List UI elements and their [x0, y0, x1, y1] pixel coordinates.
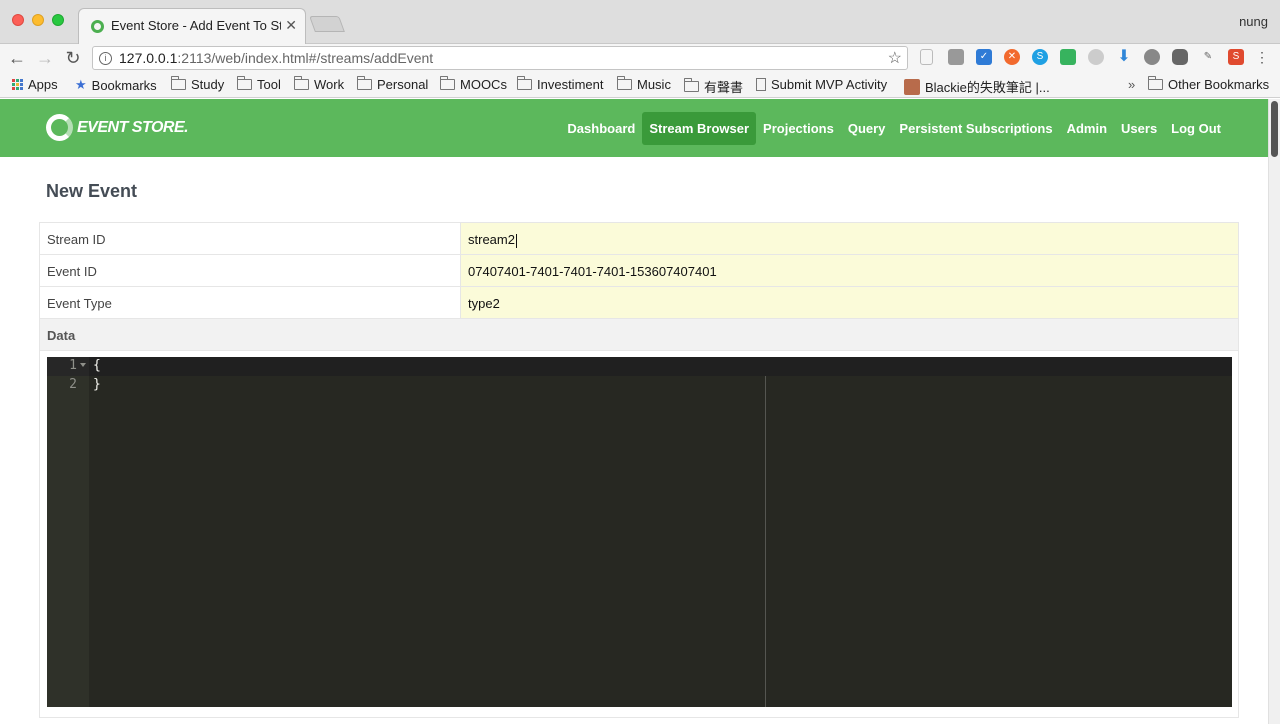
new-event-form: Stream ID stream2 Event ID 07407401-7401… — [39, 222, 1239, 718]
nav-query[interactable]: Query — [841, 112, 893, 145]
profile-name[interactable]: nung — [1239, 14, 1268, 29]
bookmark-tool[interactable]: Tool — [237, 76, 281, 92]
text-caret — [515, 233, 517, 248]
event-id-label: Event ID — [40, 255, 461, 286]
folder-icon — [237, 76, 252, 90]
folder-icon — [294, 76, 309, 90]
nav-users[interactable]: Users — [1114, 112, 1164, 145]
folder-icon — [684, 78, 699, 92]
download-extension-icon[interactable]: ⬇ — [1116, 49, 1132, 65]
back-arrow-icon[interactable]: ← — [6, 47, 28, 69]
minimize-window-button[interactable] — [32, 14, 44, 26]
circle-extension-icon[interactable]: ✕ — [1004, 49, 1020, 65]
bookmarks-overflow-chevron-icon[interactable]: » — [1128, 77, 1135, 92]
bookmark-work[interactable]: Work — [294, 76, 344, 92]
bulb-extension-icon[interactable] — [1088, 49, 1104, 65]
folder-icon — [1148, 76, 1163, 90]
app-navbar: EVENT STORE. Dashboard Stream Browser Pr… — [0, 99, 1268, 157]
editor-gutter — [47, 357, 89, 707]
folder-icon — [517, 76, 532, 90]
reload-icon[interactable]: ↻ — [62, 47, 84, 69]
event-id-row: Event ID 07407401-7401-7401-7401-1536074… — [40, 255, 1238, 287]
menu-icon[interactable]: ⋮ — [1254, 49, 1270, 65]
code-line: { — [93, 358, 101, 373]
bookmark-submit-mvp[interactable]: Submit MVP Activity — [756, 77, 887, 92]
forward-arrow-icon[interactable]: → — [34, 47, 56, 69]
nav-projections[interactable]: Projections — [756, 112, 841, 145]
new-tab-button[interactable] — [309, 16, 345, 32]
code-line: } — [93, 377, 101, 392]
pocket-extension-icon[interactable]: ✓ — [976, 49, 992, 65]
folder-icon — [440, 76, 455, 90]
bookmark-apps[interactable]: Apps — [12, 77, 58, 92]
line-number: 2 — [69, 377, 77, 392]
data-editor-container: 1 2 { } — [40, 351, 1238, 717]
address-bar[interactable]: i 127.0.0.1:2113/web/index.html#/streams… — [92, 46, 908, 70]
bookmark-bookmarks[interactable]: ★ Bookmarks — [75, 77, 157, 93]
folder-icon — [171, 76, 186, 90]
nav-stream-browser[interactable]: Stream Browser — [642, 112, 757, 145]
page-icon — [756, 78, 766, 91]
browser-toolbar: ← → ↻ i 127.0.0.1:2113/web/index.html#/s… — [0, 44, 1280, 72]
logo-ring-icon — [46, 114, 73, 141]
bookmark-personal[interactable]: Personal — [357, 76, 428, 92]
puzzle-extension-icon[interactable] — [1060, 49, 1076, 65]
line-extension-icon[interactable] — [1172, 49, 1188, 65]
scrollbar-thumb[interactable] — [1271, 101, 1278, 157]
bookmark-blackie[interactable]: Blackie的失敗筆記 |... — [904, 77, 1050, 96]
star-icon: ★ — [75, 77, 87, 92]
tomato-extension-icon[interactable] — [1144, 49, 1160, 65]
nav-log-out[interactable]: Log Out — [1164, 112, 1228, 145]
stream-id-row: Stream ID stream2 — [40, 223, 1238, 255]
avatar-icon — [904, 78, 920, 95]
page-title: New Event — [46, 181, 138, 201]
data-label: Data — [40, 319, 1238, 351]
bookmarks-bar: Apps ★ Bookmarks Study Tool Work Personal… — [0, 72, 1280, 98]
page-content: EVENT STORE. Dashboard Stream Browser Pr… — [0, 99, 1268, 724]
stream-id-input[interactable]: stream2 — [461, 223, 1238, 254]
nav-admin[interactable]: Admin — [1060, 112, 1114, 145]
browser-tab[interactable]: Event Store - Add Event To Str ✕ — [78, 8, 306, 45]
close-window-button[interactable] — [12, 14, 24, 26]
close-tab-icon[interactable]: ✕ — [285, 17, 297, 34]
stream-id-label: Stream ID — [40, 223, 461, 254]
trello-extension-icon[interactable] — [948, 49, 964, 65]
tab-title: Event Store - Add Event To Str — [111, 18, 281, 33]
folder-icon — [617, 76, 632, 90]
eventstore-favicon-icon — [91, 20, 104, 33]
s-extension-icon[interactable]: S — [1228, 49, 1244, 65]
info-icon[interactable]: i — [99, 52, 112, 65]
main-nav: Dashboard Stream Browser Projections Que… — [560, 112, 1228, 145]
bookmark-star-icon[interactable]: ☆ — [888, 48, 902, 68]
copy-extension-icon[interactable] — [920, 49, 933, 65]
url-text[interactable]: 127.0.0.1:2113/web/index.html#/streams/a… — [119, 50, 433, 66]
browser-titlebar: Event Store - Add Event To Str ✕ nung — [0, 0, 1280, 45]
bookmark-investiment[interactable]: Investiment — [517, 76, 603, 92]
page-scrollbar[interactable] — [1268, 99, 1280, 724]
event-id-input[interactable]: 07407401-7401-7401-7401-153607407401 — [461, 255, 1238, 286]
nav-dashboard[interactable]: Dashboard — [560, 112, 642, 145]
event-store-logo[interactable]: EVENT STORE. — [46, 114, 189, 141]
bookmark-other[interactable]: Other Bookmarks — [1148, 76, 1269, 92]
bookmark-study[interactable]: Study — [171, 76, 224, 92]
folder-icon — [357, 76, 372, 90]
maximize-window-button[interactable] — [52, 14, 64, 26]
apps-icon — [12, 79, 23, 90]
data-code-editor[interactable]: 1 2 { } — [47, 357, 1232, 707]
bookmark-moocs[interactable]: MOOCs — [440, 76, 507, 92]
fold-arrow-icon[interactable] — [80, 363, 86, 367]
event-type-input[interactable]: type2 — [461, 287, 1238, 318]
skype-extension-icon[interactable]: S — [1032, 49, 1048, 65]
print-margin — [765, 376, 766, 707]
line-number: 1 — [69, 358, 77, 373]
event-type-label: Event Type — [40, 287, 461, 318]
bookmark-audiobooks[interactable]: 有聲書 — [684, 77, 743, 96]
eyedropper-extension-icon[interactable]: ✎ — [1200, 49, 1216, 65]
event-type-row: Event Type type2 — [40, 287, 1238, 319]
active-line-highlight — [89, 357, 1232, 376]
bookmark-music[interactable]: Music — [617, 76, 671, 92]
nav-persistent-subscriptions[interactable]: Persistent Subscriptions — [892, 112, 1059, 145]
